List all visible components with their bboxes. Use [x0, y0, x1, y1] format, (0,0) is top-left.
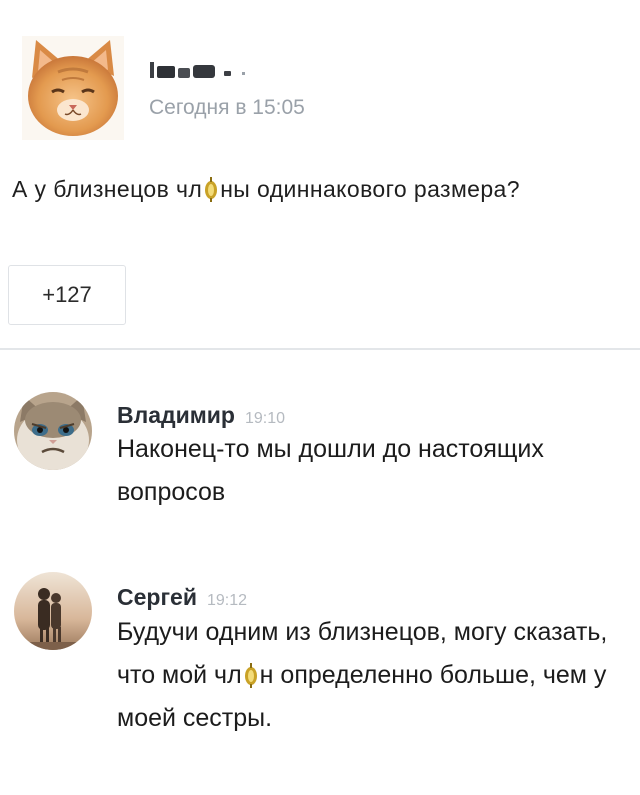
post-timestamp: Сегодня в 15:05 — [149, 96, 305, 119]
comment-author[interactable]: Сергей — [117, 584, 197, 610]
post-text-part1: А у близнецов чл — [12, 176, 203, 202]
spark-icon — [203, 176, 219, 202]
post-header: Сегодня в 15:05 — [22, 36, 622, 140]
cat-avatar-icon[interactable] — [22, 36, 124, 140]
post-author-name[interactable] — [150, 58, 350, 82]
comment-time: 19:10 — [244, 410, 286, 427]
comment-text: Наконец-то мы дошли до настоящих вопросо… — [117, 435, 544, 506]
comment-time: 19:12 — [206, 592, 248, 609]
comment-header: Сергей 19:12 — [117, 584, 247, 611]
spark-icon — [243, 659, 259, 688]
comment-text: Будучи одним из близнецов, могу сказать,… — [117, 611, 627, 740]
couple-photo-avatar-icon[interactable] — [14, 572, 92, 650]
comment-item: Сергей 19:12 Будучи одним из близнецов, м… — [14, 572, 630, 782]
divider — [0, 348, 640, 350]
comment-item: Владимир 19:10 Наконец-то мы дошли до нас… — [14, 392, 630, 532]
post-text-part2: ны одиннакового размера? — [220, 176, 520, 202]
comment-header: Владимир 19:10 — [117, 402, 285, 429]
like-button[interactable]: +127 — [8, 265, 126, 325]
comment-author[interactable]: Владимир — [117, 402, 235, 428]
post-text: А у близнецов чл ны одиннакового размера… — [12, 172, 622, 206]
grumpy-cat-avatar-icon[interactable] — [14, 392, 92, 470]
